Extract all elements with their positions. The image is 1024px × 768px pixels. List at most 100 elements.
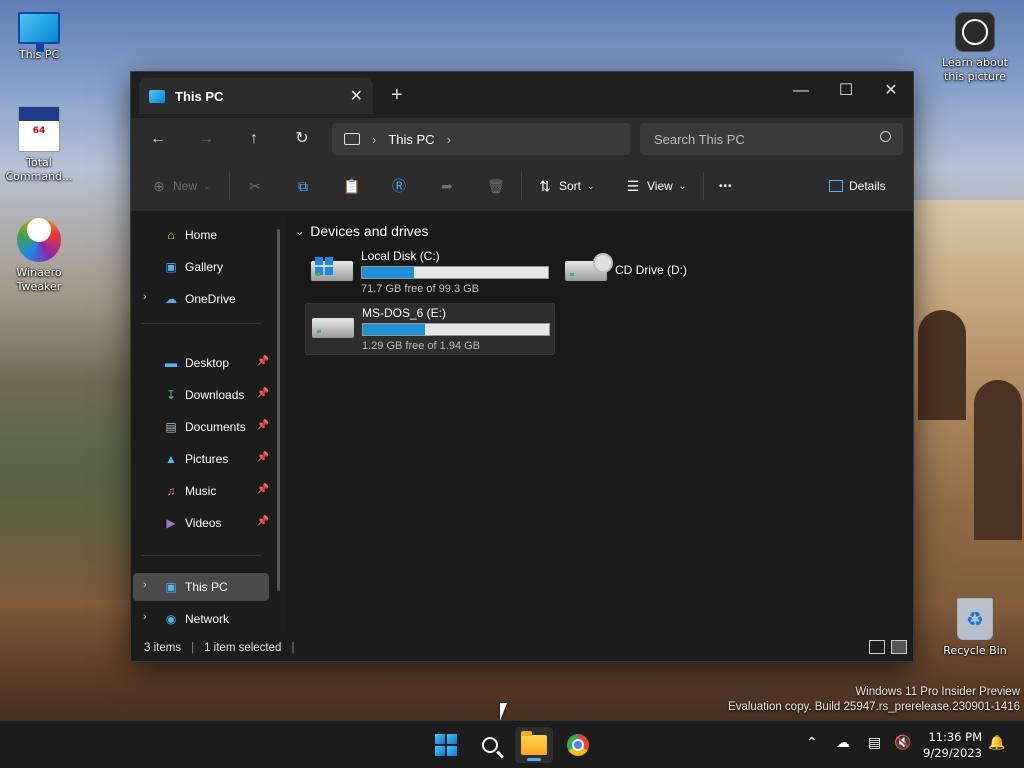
pin-icon[interactable]: 📌 bbox=[257, 452, 269, 463]
cloud-icon: ☁ bbox=[165, 292, 177, 306]
sidebar-item-downloads[interactable]: ↧ Downloads 📌 bbox=[133, 381, 269, 409]
search-icon[interactable] bbox=[880, 131, 891, 142]
view-label: View bbox=[647, 179, 673, 193]
onedrive-tray-icon[interactable]: ☁ bbox=[836, 735, 850, 751]
desktop-icon-recycle-bin[interactable]: ♻ Recycle Bin bbox=[936, 598, 1014, 658]
pin-icon[interactable]: 📌 bbox=[257, 484, 269, 495]
title-bar: This PC ✕ + — ☐ ✕ bbox=[131, 72, 913, 118]
forward-button[interactable]: → bbox=[191, 126, 221, 152]
rename-button[interactable]: Ⓡ bbox=[391, 176, 407, 196]
sidebar-item-label: Home bbox=[185, 228, 218, 242]
breadcrumb-this-pc[interactable]: This PC bbox=[388, 132, 434, 147]
sidebar-item-documents[interactable]: ▤ Documents 📌 bbox=[133, 413, 269, 441]
sidebar-item-label: This PC bbox=[185, 580, 228, 594]
sidebar-item-this-pc[interactable]: › ▣ This PC bbox=[133, 573, 269, 601]
tab-this-pc[interactable]: This PC ✕ bbox=[139, 78, 373, 114]
chevron-right-icon[interactable]: › bbox=[143, 611, 147, 623]
pin-icon[interactable]: 📌 bbox=[257, 356, 269, 367]
details-pane-button[interactable]: Details bbox=[829, 176, 886, 196]
close-window-button[interactable]: ✕ bbox=[871, 78, 911, 104]
rename-icon: Ⓡ bbox=[392, 178, 406, 194]
delete-button[interactable]: 🗑 bbox=[487, 176, 505, 196]
taskbar-file-explorer[interactable] bbox=[515, 727, 553, 763]
drive-usage-fill bbox=[363, 324, 426, 335]
group-header-devices[interactable]: ⌄ Devices and drives bbox=[295, 223, 429, 239]
status-bar: 3 items | 1 item selected | bbox=[131, 635, 913, 661]
navigation-bar: ← → ↑ ↻ › This PC › Search This PC bbox=[131, 118, 913, 160]
volume-muted-icon[interactable]: 🔇 bbox=[894, 735, 911, 751]
tc-badge: 64 bbox=[32, 126, 46, 136]
new-button[interactable]: ⊕ New ⌄ bbox=[151, 176, 210, 196]
total-commander-icon: 64 bbox=[18, 106, 60, 152]
view-button[interactable]: ☰ View ⌄ bbox=[625, 176, 687, 196]
drive-usage-bar bbox=[362, 323, 550, 336]
sidebar-scrollbar[interactable] bbox=[277, 229, 280, 591]
status-separator: | bbox=[291, 642, 295, 654]
computer-icon bbox=[149, 89, 165, 103]
copy-icon: ⧉ bbox=[298, 178, 308, 194]
camera-info-icon bbox=[955, 12, 995, 52]
drive-name: Local Disk (C:) bbox=[361, 249, 440, 263]
sidebar-item-onedrive[interactable]: › ☁ OneDrive bbox=[133, 285, 269, 313]
maximize-button[interactable]: ☐ bbox=[826, 78, 866, 104]
details-view-icon[interactable] bbox=[869, 640, 885, 654]
sidebar-item-pictures[interactable]: ▲ Pictures 📌 bbox=[133, 445, 269, 473]
wallpaper-arch bbox=[974, 380, 1022, 540]
back-button[interactable]: ← bbox=[143, 126, 173, 152]
desktop-icon-label: Winaero Tweaker bbox=[16, 266, 62, 293]
chevron-up-icon[interactable]: ⌃ bbox=[806, 735, 818, 751]
sidebar-item-home[interactable]: ⌂ Home bbox=[133, 221, 269, 249]
scissors-icon: ✂ bbox=[249, 178, 261, 194]
drive-c[interactable]: Local Disk (C:) 71.7 GB free of 99.3 GB bbox=[305, 247, 555, 299]
sidebar-item-network[interactable]: › ◉ Network bbox=[133, 605, 269, 633]
close-tab-icon[interactable]: ✕ bbox=[350, 86, 363, 106]
more-options-button[interactable]: ••• bbox=[719, 176, 733, 196]
toolbar-divider bbox=[229, 172, 230, 200]
details-pane-icon bbox=[829, 180, 843, 192]
address-bar[interactable]: › This PC › bbox=[332, 123, 630, 155]
watermark-line: Evaluation copy. Build 25947.rs_prerelea… bbox=[728, 701, 1020, 713]
video-icon: ▶ bbox=[166, 516, 176, 530]
toolbar-divider bbox=[521, 172, 522, 200]
chevron-right-icon[interactable]: › bbox=[143, 291, 147, 303]
pin-icon[interactable]: 📌 bbox=[257, 420, 269, 431]
taskbar-chrome[interactable] bbox=[559, 727, 597, 763]
sort-icon: ⇅ bbox=[539, 178, 551, 194]
chevron-right-icon[interactable]: › bbox=[372, 132, 376, 147]
desktop-icon-total-commander[interactable]: 64 Total Command... bbox=[0, 106, 78, 184]
sidebar-item-music[interactable]: ♫ Music 📌 bbox=[133, 477, 270, 505]
paste-button[interactable]: 📋 bbox=[343, 176, 360, 196]
computer-icon: ▣ bbox=[165, 580, 177, 594]
share-button[interactable]: ➦ bbox=[439, 176, 455, 196]
desktop-icon-label: Learn about this picture bbox=[942, 56, 1008, 83]
copy-button[interactable]: ⧉ bbox=[295, 176, 311, 196]
cd-drive-icon bbox=[565, 253, 613, 281]
sidebar-item-videos[interactable]: ▶ Videos 📌 bbox=[133, 509, 269, 537]
drive-e[interactable]: MS-DOS_6 (E:) 1.29 GB free of 1.94 GB bbox=[305, 303, 555, 355]
sort-button[interactable]: ⇅ Sort ⌄ bbox=[537, 176, 594, 196]
search-input[interactable]: Search This PC bbox=[640, 123, 903, 155]
up-button[interactable]: ↑ bbox=[239, 126, 269, 152]
desktop-icon-winaero-tweaker[interactable]: Winaero Tweaker bbox=[0, 208, 78, 294]
desktop-icon-this-pc[interactable]: This PC bbox=[0, 12, 78, 62]
pin-icon[interactable]: 📌 bbox=[257, 516, 269, 527]
refresh-button[interactable]: ↻ bbox=[287, 126, 317, 152]
new-tab-button[interactable]: + bbox=[391, 84, 403, 107]
drive-d[interactable]: CD Drive (D:) bbox=[559, 247, 809, 299]
sidebar-item-gallery[interactable]: ▣ Gallery bbox=[133, 253, 269, 281]
taskbar-search-button[interactable] bbox=[471, 727, 509, 763]
network-tray-icon[interactable]: ▤ bbox=[868, 735, 881, 751]
tiles-view-icon[interactable] bbox=[891, 640, 907, 654]
notification-bell-icon[interactable]: 🔔 bbox=[988, 735, 1005, 751]
desktop-icon-learn-about-picture[interactable]: Learn about this picture bbox=[935, 12, 1015, 84]
sidebar-item-desktop[interactable]: ▬ Desktop 📌 bbox=[133, 349, 269, 377]
mouse-pointer bbox=[500, 703, 514, 721]
pin-icon[interactable]: 📌 bbox=[257, 388, 269, 399]
clock[interactable]: 11:36 PM 9/29/2023 bbox=[923, 729, 982, 761]
chevron-right-icon[interactable]: › bbox=[143, 579, 147, 591]
minimize-button[interactable]: — bbox=[781, 78, 821, 104]
chevron-right-icon[interactable]: › bbox=[447, 132, 451, 147]
start-button[interactable] bbox=[427, 727, 465, 763]
cut-button[interactable]: ✂ bbox=[247, 176, 263, 196]
chevron-down-icon: ⌄ bbox=[295, 225, 305, 238]
